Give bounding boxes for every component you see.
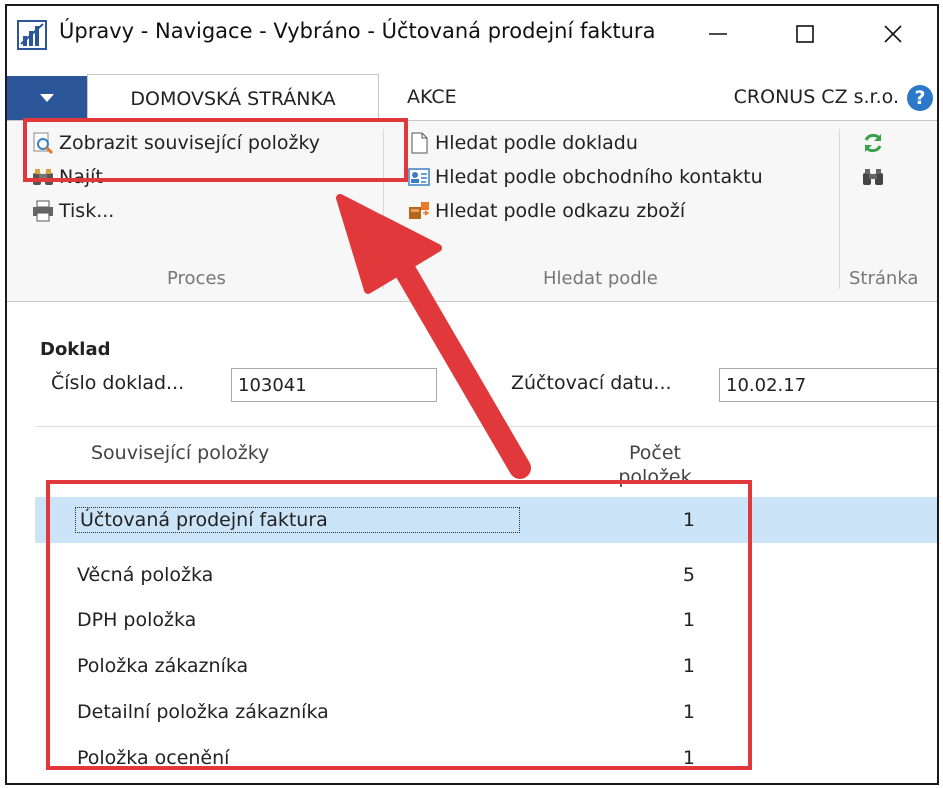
find-by-document-label: Hledat podle dokladu xyxy=(435,132,638,154)
row-name: DPH položka xyxy=(77,609,197,631)
tab-akce[interactable]: AKCE xyxy=(407,74,457,120)
group-label-proces: Proces xyxy=(167,268,226,289)
row-count: 1 xyxy=(682,609,695,631)
group-label-hledat: Hledat podle xyxy=(543,268,658,289)
group-label-stranka: Stránka xyxy=(849,268,919,289)
related-entries-table: Související položky Počet položek Účtova… xyxy=(35,426,937,783)
contact-card-icon xyxy=(408,168,430,186)
title-bar: Úpravy - Navigace - Vybráno - Účtovaná p… xyxy=(7,6,937,62)
find-by-item-reference-button[interactable]: Hledat podle odkazu zboží xyxy=(407,199,685,223)
find-by-contact-button[interactable]: Hledat podle obchodního kontaktu xyxy=(407,165,763,189)
company-name[interactable]: CRONUS CZ s.r.o. xyxy=(734,74,899,120)
minimize-icon xyxy=(709,33,727,35)
group-separator xyxy=(383,129,384,289)
row-count: 1 xyxy=(682,701,695,723)
row-name: Detailní položka zákazníka xyxy=(77,701,329,723)
minimize-button[interactable] xyxy=(690,14,746,54)
table-row[interactable]: Položka ocenění 1 xyxy=(35,735,937,781)
app-icon xyxy=(17,20,47,50)
table-header: Související položky Počet položek xyxy=(35,427,937,493)
table-row[interactable]: Věcná položka 5 xyxy=(35,552,937,598)
print-label: Tisk... xyxy=(59,200,115,222)
binoculars-icon xyxy=(863,169,883,185)
row-name: Položka zákazníka xyxy=(77,655,249,677)
refresh-button[interactable] xyxy=(861,131,889,155)
row-count: 1 xyxy=(682,509,695,531)
maximize-button[interactable] xyxy=(777,14,833,54)
close-icon xyxy=(884,25,902,43)
posting-date-label: Zúčtovací datu... xyxy=(511,372,672,394)
maximize-icon xyxy=(796,25,814,43)
row-count: 1 xyxy=(682,747,695,769)
item-reference-icon xyxy=(409,202,430,219)
table-row[interactable]: Detailní položka zákazníka 1 xyxy=(35,689,937,735)
column-header-related-entries[interactable]: Související položky xyxy=(91,442,269,464)
find-page-button[interactable] xyxy=(861,165,889,189)
help-icon[interactable]: ? xyxy=(907,85,933,111)
group-separator xyxy=(839,129,840,289)
row-name: Položka ocenění xyxy=(77,747,230,769)
row-name: Věcná položka xyxy=(77,564,214,586)
ribbon-body: Zobrazit související položky Najít Tisk.… xyxy=(7,121,937,302)
find-by-item-reference-label: Hledat podle odkazu zboží xyxy=(435,200,686,222)
table-row[interactable]: DPH položka 1 xyxy=(35,597,937,643)
find-button[interactable]: Najít xyxy=(31,165,103,189)
show-related-entries-button[interactable]: Zobrazit související položky xyxy=(31,131,320,155)
table-row[interactable]: Účtovaná prodejní faktura 1 xyxy=(35,497,937,543)
refresh-icon xyxy=(864,133,882,153)
row-count: 5 xyxy=(682,564,695,586)
print-button[interactable]: Tisk... xyxy=(31,199,114,223)
window-title: Úpravy - Navigace - Vybráno - Účtovaná p… xyxy=(59,19,656,43)
navigate-window: Úpravy - Navigace - Vybráno - Účtovaná p… xyxy=(5,4,939,785)
binoculars-icon xyxy=(33,169,53,185)
row-count: 1 xyxy=(682,655,695,677)
document-icon xyxy=(411,132,428,154)
table-row[interactable]: Položka zákazníka 1 xyxy=(35,643,937,689)
printer-icon xyxy=(33,200,53,222)
find-by-document-button[interactable]: Hledat podle dokladu xyxy=(407,131,638,155)
document-no-label: Číslo doklad... xyxy=(51,372,185,394)
column-header-entry-count[interactable]: Počet položek xyxy=(615,441,695,489)
document-no-input[interactable] xyxy=(231,368,437,402)
posting-date-input[interactable] xyxy=(719,368,937,402)
close-button[interactable] xyxy=(865,14,921,54)
magnifier-document-icon xyxy=(33,132,54,155)
app-menu-button[interactable] xyxy=(7,76,87,120)
find-label: Najít xyxy=(59,166,103,188)
tab-domovska-stranka[interactable]: DOMOVSKÁ STRÁNKA xyxy=(87,74,379,122)
chevron-down-icon xyxy=(40,94,54,102)
show-related-entries-label: Zobrazit související položky xyxy=(59,132,321,154)
row-name: Účtovaná prodejní faktura xyxy=(75,507,520,533)
find-by-contact-label: Hledat podle obchodního kontaktu xyxy=(435,166,763,188)
section-title-doklad: Doklad xyxy=(40,339,111,360)
